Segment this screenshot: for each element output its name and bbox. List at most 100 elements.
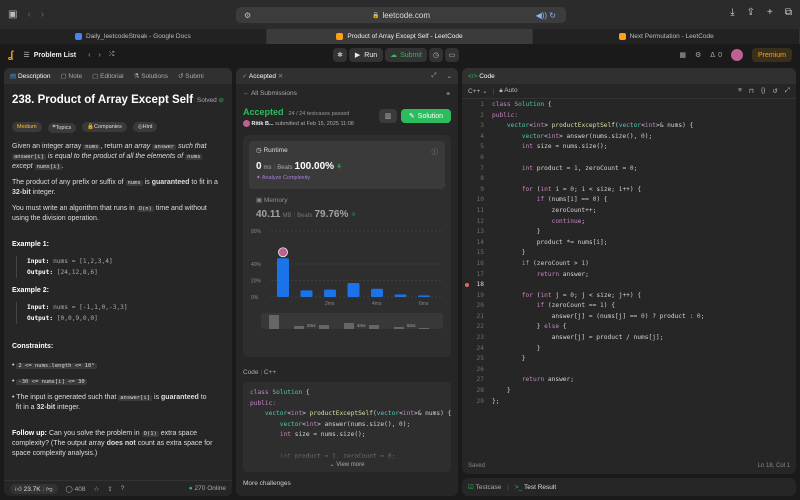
analyze-complexity-link[interactable]: ✦ Analyze Complexity [256,175,438,181]
inline-code: 2 <= nums.length <= 10⁵ [16,362,97,369]
code-token: int [644,122,656,130]
hint-tag[interactable]: ◎ Hint [132,122,158,132]
code-editor-panel: </> Code C++ ⌄ | 🔒︎ Auto ≡ ⊓ {} ↺ ⤢ 1 cla… [462,68,796,474]
code-token: >& nums) { [656,122,694,130]
text: guaranteed [161,393,199,401]
favorite-icon[interactable]: ☆ [94,485,100,493]
all-submissions-link[interactable]: ← All Submissions [243,90,297,98]
tab-overview-icon[interactable]: ⧉ [785,7,792,18]
language-select[interactable]: C++ ⌄ [468,87,488,95]
code-token: vector [250,410,288,418]
bookmark-icon[interactable]: ⊓ [749,87,754,95]
back-icon[interactable]: ‹ [27,9,30,20]
browser-tab-next-permutation[interactable]: Next Permutation - LeetCode [533,29,800,44]
fullscreen-icon[interactable]: ⤢ [785,87,790,95]
tab-editorial[interactable]: ▢ Editorial [92,72,123,80]
expand-icon[interactable]: ⤢ [431,72,436,80]
topics-tag[interactable]: ⌗ Topics [47,122,77,133]
next-problem-icon[interactable]: › [98,52,100,59]
comments-button[interactable]: ◯ 408 [66,485,86,493]
text: does not [106,439,136,447]
braces-icon[interactable]: {} [761,87,765,95]
auto-mode[interactable]: 🔒︎ Auto [499,87,517,95]
back-row: ← All Submissions ⚭ [243,90,451,98]
more-icon[interactable]: ⌄ [447,72,452,80]
tab-accepted[interactable]: ✓ Accepted ✕ [242,72,283,80]
prev-problem-icon[interactable]: ‹ [88,52,90,59]
text: , return [100,142,123,150]
beats-icon: ⚘ [350,212,357,219]
companies-tag[interactable]: 🔒 Companies [82,122,127,132]
tab-submissions[interactable]: ↺ Submi [178,72,204,80]
settings-icon[interactable]: ⚙ [695,51,701,59]
runtime-distribution-chart[interactable]: 80% 40% 20% 0% 2ms 4ms 6ms 2ms 4ms 6ms [249,227,445,357]
leetcode-logo[interactable]: ʆ [8,50,13,61]
download-icon[interactable]: ⤓ [730,7,734,18]
share-icon[interactable]: ⇪ [747,7,755,18]
code-token: Solution [514,101,545,108]
share-icon[interactable]: ⇪ [107,485,112,493]
tab-description[interactable]: ▤ Description [10,72,50,80]
tab-testcase[interactable]: ☑ Testcase [468,483,501,491]
page-settings-icon[interactable]: ⚙ [244,11,251,20]
editor-status-bar: Saved Ln 18, Col 1 [462,458,796,474]
close-icon[interactable]: ✕ [278,73,283,80]
shuffle-icon[interactable]: ⤮ [109,51,115,59]
new-tab-icon[interactable]: + [767,7,773,18]
audio-icon[interactable]: ◀)) ↻ [536,11,556,20]
info-icon[interactable]: ⓘ [432,146,439,156]
left-footer: 👍︎ 23.7K | 👎︎ ◯ 408 ☆ ⇪ ? ● 270 Online [4,480,232,496]
submit-button[interactable]: ☁ Submit [385,48,427,62]
inline-code: answer[i] [118,394,153,401]
editor-toolbar: C++ ⌄ | 🔒︎ Auto ≡ ⊓ {} ↺ ⤢ [462,84,796,99]
tab-note[interactable]: ▢ Note [60,72,82,80]
memory-value: 40.11 [256,209,281,220]
streak-icon[interactable]: ᐃ [710,51,715,59]
sidebar-toggle-icon[interactable]: ▣ [8,9,17,20]
code-line: 12 continue; [462,217,796,228]
line-number: 5 [480,143,484,151]
tab-label: Solutions [141,73,168,80]
memory-icon: ▣ [256,197,263,204]
avatar[interactable] [730,49,743,61]
address-bar[interactable]: ⚙ 🔒 leetcode.com ◀)) ↻ [236,7,566,23]
code-token: j = [551,291,571,299]
forward-icon[interactable]: › [41,9,44,20]
solved-label: Solved [196,97,217,104]
link-icon[interactable]: ⚭ [446,90,451,98]
code-token: > answer(nums.size(), [317,420,400,428]
language-label: C++ [468,88,481,95]
tab-label: Next Permutation - LeetCode [629,33,714,40]
help-icon[interactable]: ? [121,485,125,492]
tab-code[interactable]: </> Code [468,73,495,80]
like-button[interactable]: 👍︎ 23.7K | 👎︎ [10,483,58,494]
format-icon[interactable]: ≡ [738,87,742,95]
timer-button[interactable]: ◷ [429,48,443,62]
runtime-bar [324,289,336,297]
problem-list-link[interactable]: Problem List [34,52,76,59]
problem-paragraph-1: Given an integer array nums, return an a… [12,142,224,172]
notes-button[interactable]: ▭ [445,48,459,62]
code-editor[interactable]: 1 class Solution {2 public: 3 vector<int> p… [462,99,796,407]
solution-button[interactable]: ✎ Solution [401,109,451,123]
submission-panel: ✓ Accepted ✕ ⤢ ⌄ ← All Submissions ⚭ Acc… [236,68,458,496]
premium-button[interactable]: Premium [751,48,792,62]
line-number: 17 [476,270,484,278]
code-line: 6 [462,153,796,164]
browser-tab-current[interactable]: Product of Array Except Self - LeetCode [266,29,534,44]
view-more-button[interactable]: ⌄ View more [330,461,365,468]
tab-solutions[interactable]: ⚗ Solutions [134,72,168,80]
tab-test-result[interactable]: >_ Test Result [515,484,556,491]
reset-icon[interactable]: ↺ [772,87,777,95]
debug-button[interactable]: ✱ [333,48,347,62]
code-header: Code | C++ [243,369,277,376]
editor-button[interactable]: ▥ [379,109,397,123]
code-line: 13 } [462,227,796,238]
browser-tab-docs[interactable]: Daily_leetcodeStreak - Google Docs [0,29,267,44]
layout-icon[interactable]: ▦ [679,51,686,59]
run-button[interactable]: ▶ Run [349,48,383,62]
code-token: ); [402,420,411,428]
memory-box[interactable]: ▣ Memory 40.11 MB | Beats 79.76% ⚘ [249,191,445,225]
runtime-box[interactable]: ◷ Runtime ⓘ 0 ms | Beats 100.00% ⚘ ✦ Anal… [249,141,445,189]
username[interactable]: Ritik B... [252,121,274,127]
